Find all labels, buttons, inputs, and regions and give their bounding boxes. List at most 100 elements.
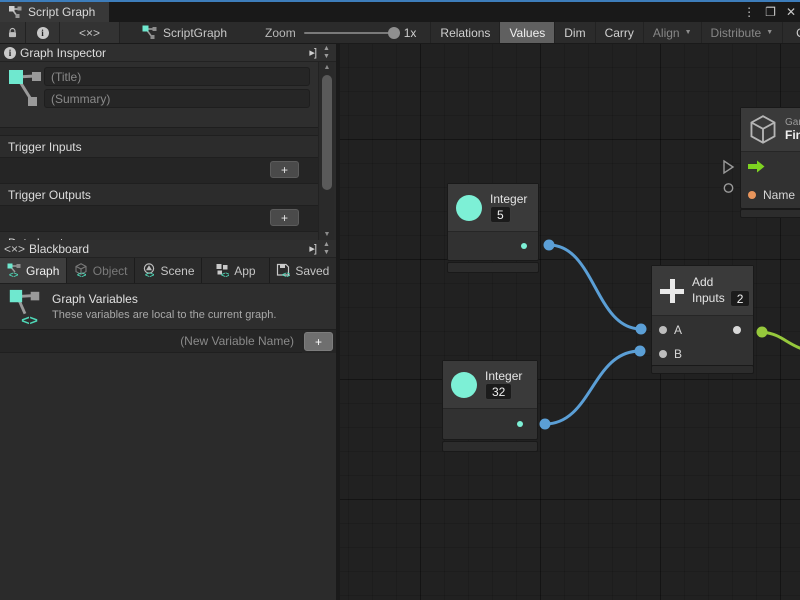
unconnected-trigger-port-icon[interactable] <box>724 161 733 173</box>
align-label: Align <box>653 26 680 40</box>
inputs-count-field[interactable]: 2 <box>730 290 751 307</box>
zoom-slider[interactable] <box>304 32 396 34</box>
wire-endpoint[interactable] <box>636 324 647 335</box>
summary-placeholder: (Summary) <box>51 92 110 106</box>
blackboard-tabs: <> Graph <> Object <> Scene <> <box>0 258 336 284</box>
window-maximize-icon[interactable]: ❐ <box>765 5 776 19</box>
name-port-label: Name <box>763 188 795 202</box>
info-icon: i <box>37 27 49 39</box>
wire-endpoint[interactable] <box>544 240 555 251</box>
unconnected-value-port-icon[interactable] <box>724 184 732 192</box>
input-port-a[interactable] <box>659 326 667 334</box>
node-title: Find <box>785 128 800 142</box>
node-gameobject-find[interactable]: Game Object Find Name <box>740 107 800 209</box>
name-input-port[interactable] <box>748 191 756 199</box>
zoom-slider-knob[interactable] <box>388 27 400 39</box>
tab-script-graph[interactable]: Script Graph <box>0 2 109 22</box>
align-dropdown[interactable]: Align ▼ <box>644 22 702 43</box>
node-add[interactable]: Add Inputs 2 A B <box>651 265 754 371</box>
app-tab-icon: <> <box>215 263 229 278</box>
tab-object-label: Object <box>93 264 128 278</box>
inputs-label: Inputs <box>692 291 725 305</box>
wire-integer5-to-add-a[interactable] <box>549 245 641 329</box>
node-body <box>448 232 538 260</box>
graph-canvas[interactable]: Integer 5 Integer 32 Add In <box>340 44 800 600</box>
integer-value-field[interactable]: 32 <box>485 383 512 400</box>
add-variable-button[interactable]: + <box>304 332 333 351</box>
tab-scene-label: Scene <box>161 264 195 278</box>
zoom-value: 1x <box>404 26 417 40</box>
inspector-content: (Title) (Summary) Trigger Inputs + Trigg… <box>0 62 318 240</box>
window-menu-icon[interactable]: ⋮ <box>743 5 755 19</box>
integer-literal-icon <box>456 195 482 221</box>
graph-breadcrumb[interactable]: ScriptGraph <box>134 22 235 43</box>
new-variable-input[interactable]: (New Variable Name) <box>0 330 302 353</box>
distribute-label: Distribute <box>711 26 762 40</box>
game-object-icon <box>749 115 777 145</box>
lock-button[interactable] <box>0 22 26 43</box>
lock-icon <box>8 27 17 39</box>
dock-icon[interactable]: ▸] <box>309 46 316 59</box>
trigger-outputs-label: Trigger Outputs <box>8 188 91 202</box>
header-scroll-arrows[interactable]: ▲ ▼ <box>320 241 333 257</box>
window-close-icon[interactable]: ✕ <box>786 5 796 19</box>
wire-endpoint[interactable] <box>540 419 551 430</box>
dim-toggle[interactable]: Dim <box>555 22 595 43</box>
tab-object[interactable]: <> Object <box>67 258 134 283</box>
graph-variables-icon <box>8 67 42 107</box>
wire-integer32-to-add-b[interactable] <box>545 351 640 424</box>
title-field[interactable]: (Title) <box>44 67 310 86</box>
scroll-down-icon[interactable]: ▼ <box>319 231 335 238</box>
add-trigger-input-button[interactable]: + <box>270 161 299 178</box>
scroll-up-icon[interactable]: ▲ <box>323 45 330 53</box>
scroll-down-icon[interactable]: ▼ <box>323 249 330 257</box>
dock-icon[interactable]: ▸] <box>309 242 316 255</box>
add-trigger-output-button[interactable]: + <box>270 209 299 226</box>
trigger-input-arrow-icon[interactable] <box>748 160 765 173</box>
integer-value-field[interactable]: 5 <box>490 206 511 223</box>
svg-text:<>: <> <box>9 271 19 279</box>
wire-add-output[interactable] <box>762 332 800 350</box>
carry-toggle[interactable]: Carry <box>596 22 644 43</box>
trigger-inputs-label: Trigger Inputs <box>8 140 82 154</box>
trigger-inputs-section: Trigger Inputs <box>0 135 318 158</box>
tab-saved-label: Saved <box>295 264 329 278</box>
port-row-a: A <box>652 316 753 343</box>
input-port-b[interactable] <box>659 350 667 358</box>
output-port[interactable] <box>733 326 741 334</box>
wire-endpoint[interactable] <box>757 327 768 338</box>
graph-inspector-title: Graph Inspector <box>20 46 106 60</box>
node-footer <box>442 441 538 452</box>
scroll-up-icon[interactable]: ▲ <box>319 64 335 71</box>
tab-scene[interactable]: <> Scene <box>135 258 202 283</box>
port-row-b: B <box>652 343 753 365</box>
tab-app[interactable]: <> App <box>202 258 269 283</box>
unit-options-button[interactable]: <×> <box>60 22 120 43</box>
scroll-up-icon[interactable]: ▲ <box>323 241 330 249</box>
output-port[interactable] <box>521 243 527 249</box>
angle-x-icon: <×> <box>79 26 100 40</box>
values-toggle[interactable]: Values <box>500 22 555 43</box>
relations-toggle[interactable]: Relations <box>431 22 500 43</box>
scrollbar-thumb[interactable] <box>322 75 332 190</box>
summary-field[interactable]: (Summary) <box>44 89 310 108</box>
wire-endpoint[interactable] <box>635 346 646 357</box>
title-placeholder: (Title) <box>51 70 81 84</box>
graph-inspector-header: i Graph Inspector ▸] ▲ ▼ <box>0 44 336 62</box>
overview-button[interactable]: Overview <box>787 22 800 43</box>
distribute-dropdown[interactable]: Distribute ▼ <box>702 22 784 43</box>
header-scroll-arrows[interactable]: ▲ ▼ <box>320 45 333 61</box>
inspector-scrollbar[interactable]: ▲ ▼ <box>318 62 334 240</box>
scroll-down-icon[interactable]: ▼ <box>323 53 330 61</box>
tab-graph[interactable]: <> Graph <box>0 258 67 283</box>
svg-text:<>: <> <box>21 313 38 326</box>
graph-toolbar: i <×> ScriptGraph Zoom 1x Relations Valu… <box>0 22 800 44</box>
port-b-label: B <box>674 347 682 361</box>
node-integer-32[interactable]: Integer 32 <box>442 360 538 440</box>
angle-x-icon: <×> <box>4 242 25 256</box>
node-integer-5[interactable]: Integer 5 <box>447 183 539 261</box>
blackboard-header: <×> Blackboard ▸] ▲ ▼ <box>0 240 336 258</box>
inspect-button[interactable]: i <box>26 22 60 43</box>
output-port[interactable] <box>517 421 523 427</box>
tab-saved[interactable]: <> Saved <box>270 258 336 283</box>
